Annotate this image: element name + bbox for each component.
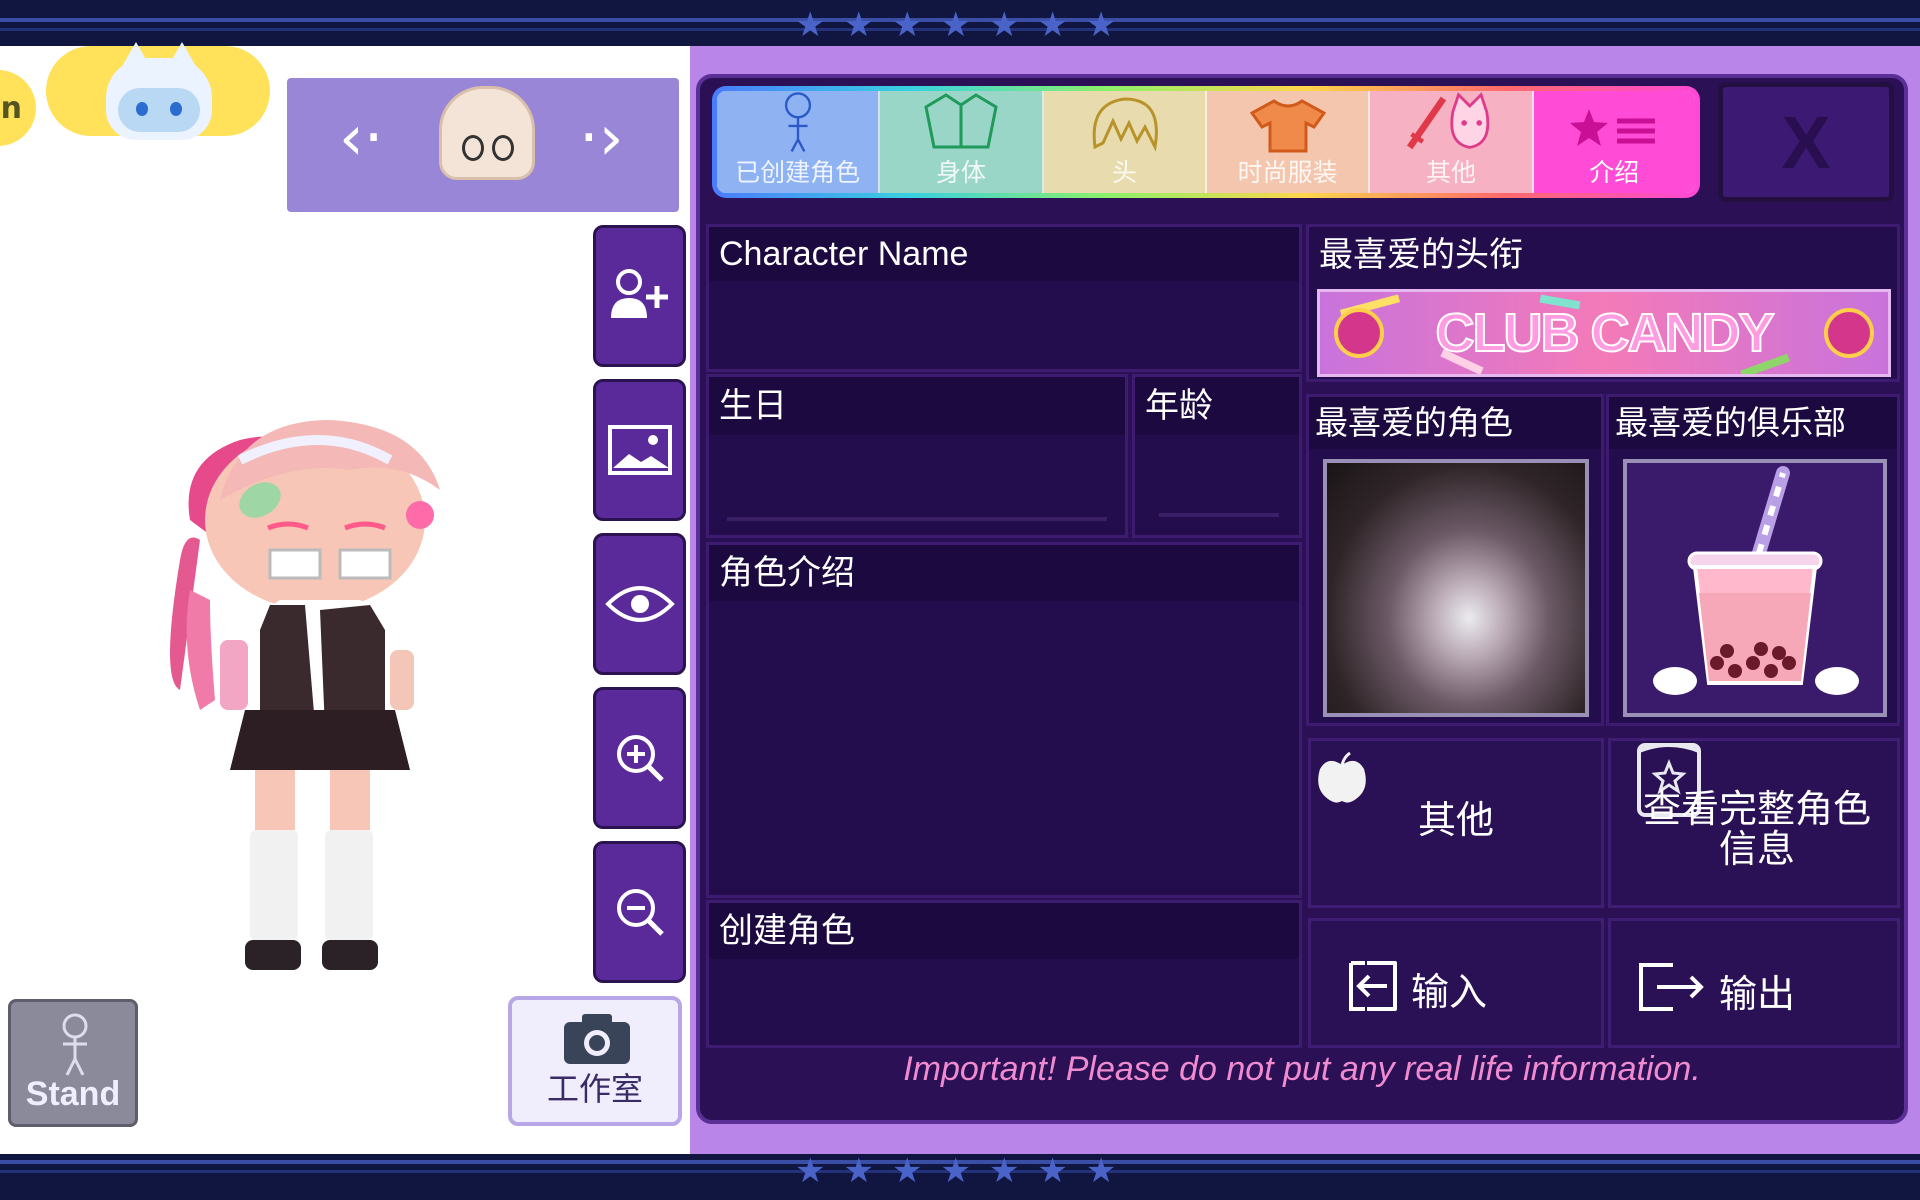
jacket-icon	[924, 93, 998, 149]
favorite-character-field[interactable]: 最喜爱的角色	[1306, 394, 1604, 726]
image-icon	[607, 425, 672, 475]
tab-fashion[interactable]: 时尚服装	[1206, 91, 1371, 193]
add-person-icon	[610, 269, 668, 318]
birthday-field[interactable]: 生日	[706, 374, 1128, 538]
next-character-button[interactable]: ·›	[579, 107, 624, 169]
shirt-icon	[1249, 99, 1326, 153]
character-switcher: ‹· ·›	[287, 78, 679, 212]
zoom-out-button[interactable]	[593, 841, 686, 983]
favorite-club-image	[1623, 459, 1887, 717]
age-label: 年龄	[1135, 377, 1299, 435]
other-label: 其他	[1417, 798, 1494, 842]
category-tab-bar: 已创建角色 身体 头 时尚服装 其他 介绍	[712, 86, 1700, 198]
age-field[interactable]: 年龄	[1132, 374, 1302, 538]
creator-field[interactable]: 创建角色	[706, 900, 1302, 1048]
camera-icon	[564, 1014, 630, 1064]
hair-icon	[1092, 97, 1159, 152]
favorite-title-field[interactable]: 最喜爱的头衔 CLUB CANDY	[1306, 224, 1900, 382]
favorite-title-banner-text: CLUB CANDY	[1435, 302, 1776, 364]
character-name-label: Character Name	[709, 227, 1299, 281]
import-icon	[1349, 961, 1397, 1011]
zoom-in-button[interactable]	[593, 687, 686, 829]
sword-cat-icon	[1406, 92, 1490, 150]
mascot-icon	[106, 42, 212, 140]
background-button[interactable]	[593, 379, 686, 521]
birthday-label: 生日	[709, 377, 1125, 435]
close-icon: X	[1781, 100, 1831, 184]
bubble-tea-icon	[1653, 466, 1859, 695]
bottom-bar: ★ ★ ★ ★ ★ ★ ★	[0, 1154, 1920, 1200]
privacy-warning: Important! Please do not put any real li…	[903, 1050, 1701, 1088]
import-label: 输入	[1411, 970, 1488, 1014]
tab-created-characters[interactable]: 已创建角色	[717, 91, 881, 193]
tab-head[interactable]: 头	[1043, 91, 1207, 193]
export-icon	[1639, 963, 1704, 1011]
view-full-info-button[interactable]: 查看完整角色信息	[1608, 738, 1900, 908]
visibility-button[interactable]	[593, 533, 686, 675]
studio-label: 工作室	[546, 1070, 643, 1108]
favorite-title-banner: CLUB CANDY	[1317, 289, 1891, 377]
character-outline-icon	[784, 92, 811, 152]
export-label: 输出	[1719, 972, 1796, 1016]
tab-body[interactable]: 身体	[880, 91, 1044, 193]
favorite-character-image	[1323, 459, 1589, 717]
add-character-button[interactable]	[593, 225, 686, 367]
zoom-in-icon	[616, 735, 664, 782]
top-bar: ★ ★ ★ ★ ★ ★ ★	[0, 0, 1920, 46]
studio-button[interactable]: 工作室	[508, 996, 682, 1126]
eye-icon	[604, 586, 675, 622]
stand-label: Stand	[25, 1075, 121, 1113]
previous-character-button[interactable]: ‹·	[339, 107, 384, 169]
decorative-stars: ★ ★ ★ ★ ★ ★ ★	[795, 1151, 1117, 1191]
tab-intro[interactable]: 介绍	[1533, 91, 1695, 193]
creator-label: 创建角色	[709, 903, 1299, 959]
star-lines-icon	[1570, 109, 1656, 146]
tab-other[interactable]: 其他	[1370, 91, 1534, 193]
character-face-thumbnail[interactable]	[439, 86, 535, 180]
favorite-title-label: 最喜爱的头衔	[1319, 235, 1523, 275]
import-button[interactable]: 输入	[1308, 918, 1604, 1048]
pose-figure-icon	[62, 1013, 88, 1076]
other-button[interactable]: 其他	[1308, 738, 1604, 908]
export-button[interactable]: 输出	[1608, 918, 1900, 1048]
stand-pose-button[interactable]: Stand	[8, 999, 138, 1127]
favorite-club-label: 最喜爱的俱乐部	[1609, 397, 1897, 449]
close-button[interactable]: X	[1718, 82, 1894, 202]
character-intro-label: 角色介绍	[709, 545, 1299, 601]
character-intro-field[interactable]: 角色介绍	[706, 542, 1302, 898]
favorite-club-field[interactable]: 最喜爱的俱乐部	[1606, 394, 1900, 726]
character-sprite	[170, 420, 440, 970]
decorative-stars: ★ ★ ★ ★ ★ ★ ★	[795, 5, 1117, 45]
favorite-character-label: 最喜爱的角色	[1309, 397, 1601, 449]
character-name-field[interactable]: Character Name	[706, 224, 1302, 372]
zoom-out-icon	[616, 889, 664, 936]
view-full-info-label: 查看完整角色信息	[1642, 787, 1871, 871]
